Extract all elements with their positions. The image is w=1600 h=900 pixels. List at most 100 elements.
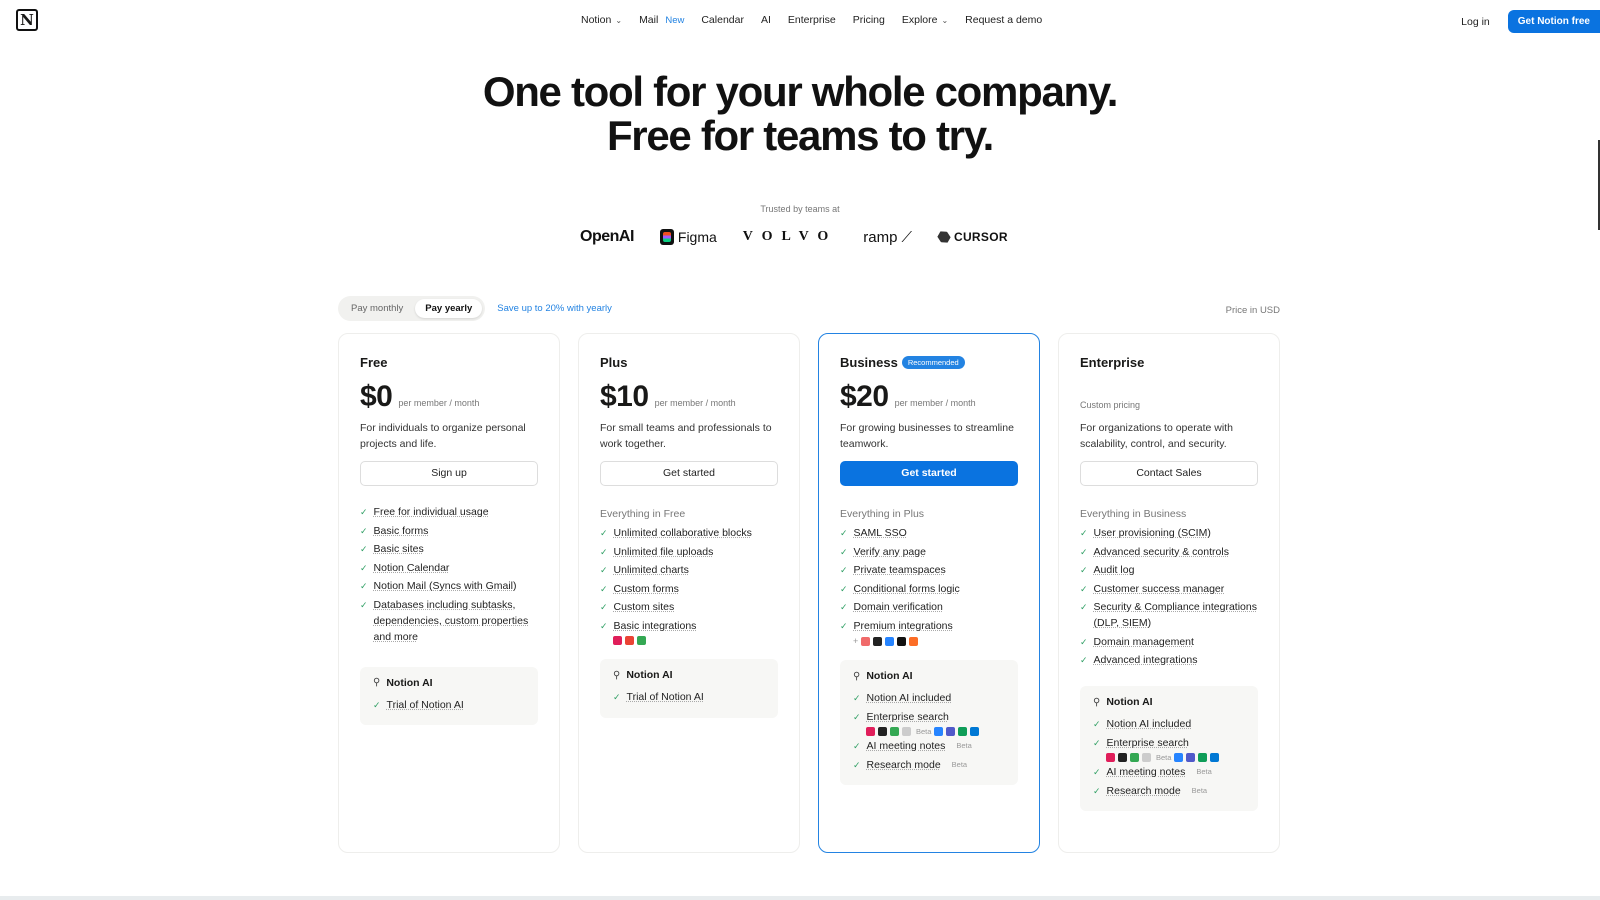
feature-list: ✓ Unlimited collaborative blocks ✓ Unlimit… bbox=[600, 525, 778, 634]
ai-feature-item: ✓ Enterprise search bbox=[853, 710, 949, 723]
check-icon: ✓ bbox=[600, 546, 608, 557]
volvo-logo: VOLVO bbox=[742, 229, 838, 244]
file-icon bbox=[902, 727, 911, 736]
asana-icon bbox=[861, 636, 871, 646]
check-icon: ✓ bbox=[1080, 602, 1088, 612]
feature-item: ✓ Domain verification bbox=[840, 601, 943, 613]
feature-item: ✓ Advanced integrations bbox=[1080, 654, 1198, 666]
feature-item: ✓ Customer success manager bbox=[1080, 582, 1225, 595]
ai-feature-item: ✓ Research mode Beta bbox=[853, 758, 968, 771]
feature-item: ✓ Conditional forms logic bbox=[840, 582, 960, 595]
plan-card-business: Business Recommended $20 per member / mon… bbox=[818, 333, 1040, 853]
chevron-down-icon: ⌄ bbox=[941, 15, 949, 25]
nav-notion[interactable]: Notion ⌄ bbox=[581, 14, 622, 26]
feature-item: ✓ Databases including subtasks, dependenc… bbox=[360, 598, 529, 643]
cursor-cube-icon bbox=[936, 229, 952, 245]
plan-name: Plus bbox=[600, 354, 628, 370]
beta-label: Beta bbox=[1156, 753, 1172, 762]
ai-feature-item: ✓ AI meeting notes Beta bbox=[1093, 766, 1212, 778]
feature-item: ✓ Advanced security & controls bbox=[1080, 545, 1229, 558]
contact-sales-button[interactable]: Contact Sales bbox=[1080, 461, 1258, 486]
check-icon: ✓ bbox=[613, 692, 621, 702]
get-started-button[interactable]: Get started bbox=[600, 461, 778, 486]
plan-card-enterprise: Enterprise Custom pricing For organizati… bbox=[1058, 333, 1280, 853]
nav-links: Notion ⌄ Mail New Calendar AI Enterprise P… bbox=[581, 0, 1042, 40]
check-icon: ✓ bbox=[1093, 767, 1101, 777]
plan-description: For growing businesses to streamline tea… bbox=[840, 422, 1014, 450]
onedrive-icon bbox=[970, 727, 980, 736]
price-unit: per member / month bbox=[398, 398, 480, 408]
nav-mail[interactable]: Mail New bbox=[639, 14, 684, 26]
check-icon: ✓ bbox=[373, 699, 381, 710]
plan-name: Free bbox=[360, 354, 388, 370]
bottom-divider bbox=[0, 896, 1600, 900]
feature-item: ✓ Unlimited charts bbox=[600, 564, 689, 576]
nav-right: Log in Get Notion free bbox=[1461, 10, 1600, 33]
teams-icon bbox=[946, 727, 956, 736]
check-icon: ✓ bbox=[1093, 737, 1101, 748]
slack-icon bbox=[1106, 753, 1115, 762]
nav-request-demo[interactable]: Request a demo bbox=[965, 14, 1042, 26]
pay-monthly-option[interactable]: Pay monthly bbox=[341, 299, 413, 318]
feature-item: ✓ Basic forms bbox=[360, 524, 429, 537]
notion-ai-box: ⚲ Notion AI ✓ Notion AI included ✓ Enterpri… bbox=[840, 660, 1018, 785]
check-icon: ✓ bbox=[840, 620, 848, 631]
teams-icon bbox=[1186, 753, 1196, 762]
feature-item: ✓ Basic integrations bbox=[600, 619, 697, 632]
currency-label: Price in USD bbox=[1225, 305, 1280, 316]
google-drive-icon bbox=[637, 636, 646, 645]
chevron-down-icon: ⌄ bbox=[615, 15, 623, 25]
nav-explore[interactable]: Explore ⌄ bbox=[902, 14, 948, 26]
get-notion-free-button[interactable]: Get Notion free bbox=[1507, 10, 1600, 33]
nav-enterprise[interactable]: Enterprise bbox=[788, 14, 836, 26]
ramp-logo: ramp ⟋ bbox=[863, 228, 912, 246]
beta-label: Beta bbox=[916, 727, 932, 736]
check-icon: ✓ bbox=[840, 565, 848, 575]
plan-description: For organizations to operate with scalab… bbox=[1080, 422, 1233, 450]
trusted-label: Trusted by teams at bbox=[760, 204, 840, 214]
slack-icon bbox=[613, 636, 622, 645]
notion-logo-icon[interactable]: N bbox=[16, 9, 38, 31]
feature-item: ✓ Notion Mail (Syncs with Gmail) bbox=[360, 580, 517, 592]
notion-ai-icon: ⚲ bbox=[613, 669, 621, 681]
feature-item: ✓ Unlimited collaborative blocks bbox=[600, 527, 752, 539]
check-icon: ✓ bbox=[600, 602, 608, 612]
plan-card-free: Free $0 per member / month For individua… bbox=[338, 333, 560, 853]
check-icon: ✓ bbox=[853, 759, 861, 770]
ramp-icon: ⟋ bbox=[901, 228, 912, 246]
check-icon: ✓ bbox=[1093, 785, 1101, 796]
plan-price: $20 bbox=[840, 380, 889, 413]
integration-icons: + bbox=[853, 636, 1018, 646]
custom-pricing: Custom pricing bbox=[1080, 400, 1141, 410]
top-nav: N Notion ⌄ Mail New Calendar AI Enterprise… bbox=[0, 0, 1600, 40]
login-link[interactable]: Log in bbox=[1461, 16, 1490, 28]
figma-logo: Figma bbox=[659, 229, 717, 245]
plan-description: For individuals to organize personal pro… bbox=[360, 422, 526, 450]
nav-ai[interactable]: AI bbox=[761, 14, 771, 26]
feature-item: ✓ Basic sites bbox=[360, 543, 424, 555]
check-icon: ✓ bbox=[600, 528, 608, 538]
gitlab-icon bbox=[909, 636, 919, 646]
pay-yearly-option[interactable]: Pay yearly bbox=[415, 299, 483, 318]
ai-feature-item: ✓ Trial of Notion AI bbox=[373, 698, 464, 711]
gmail-icon bbox=[625, 636, 634, 645]
notion-ai-icon: ⚲ bbox=[853, 670, 861, 682]
check-icon: ✓ bbox=[1080, 546, 1088, 557]
check-icon: ✓ bbox=[853, 711, 861, 722]
nav-pricing[interactable]: Pricing bbox=[853, 14, 885, 26]
github-icon bbox=[878, 727, 887, 736]
get-started-button[interactable]: Get started bbox=[840, 461, 1018, 486]
check-icon: ✓ bbox=[1080, 636, 1088, 647]
sign-up-button[interactable]: Sign up bbox=[360, 461, 538, 486]
beta-label: Beta bbox=[951, 759, 968, 769]
github-icon bbox=[873, 636, 883, 646]
feature-list: ✓ SAML SSO ✓ Verify any page ✓ Private team… bbox=[840, 525, 1018, 634]
ai-feature-item: ✓ AI meeting notes Beta bbox=[853, 740, 972, 752]
slack-icon bbox=[866, 727, 875, 736]
recommended-badge: Recommended bbox=[901, 355, 965, 369]
nav-calendar[interactable]: Calendar bbox=[701, 14, 744, 26]
feature-item: ✓ Audit log bbox=[1080, 564, 1135, 576]
check-icon: ✓ bbox=[840, 546, 848, 557]
notion-ai-box: ⚲ Notion AI ✓ Trial of Notion AI bbox=[600, 659, 778, 718]
check-icon: ✓ bbox=[600, 565, 608, 575]
